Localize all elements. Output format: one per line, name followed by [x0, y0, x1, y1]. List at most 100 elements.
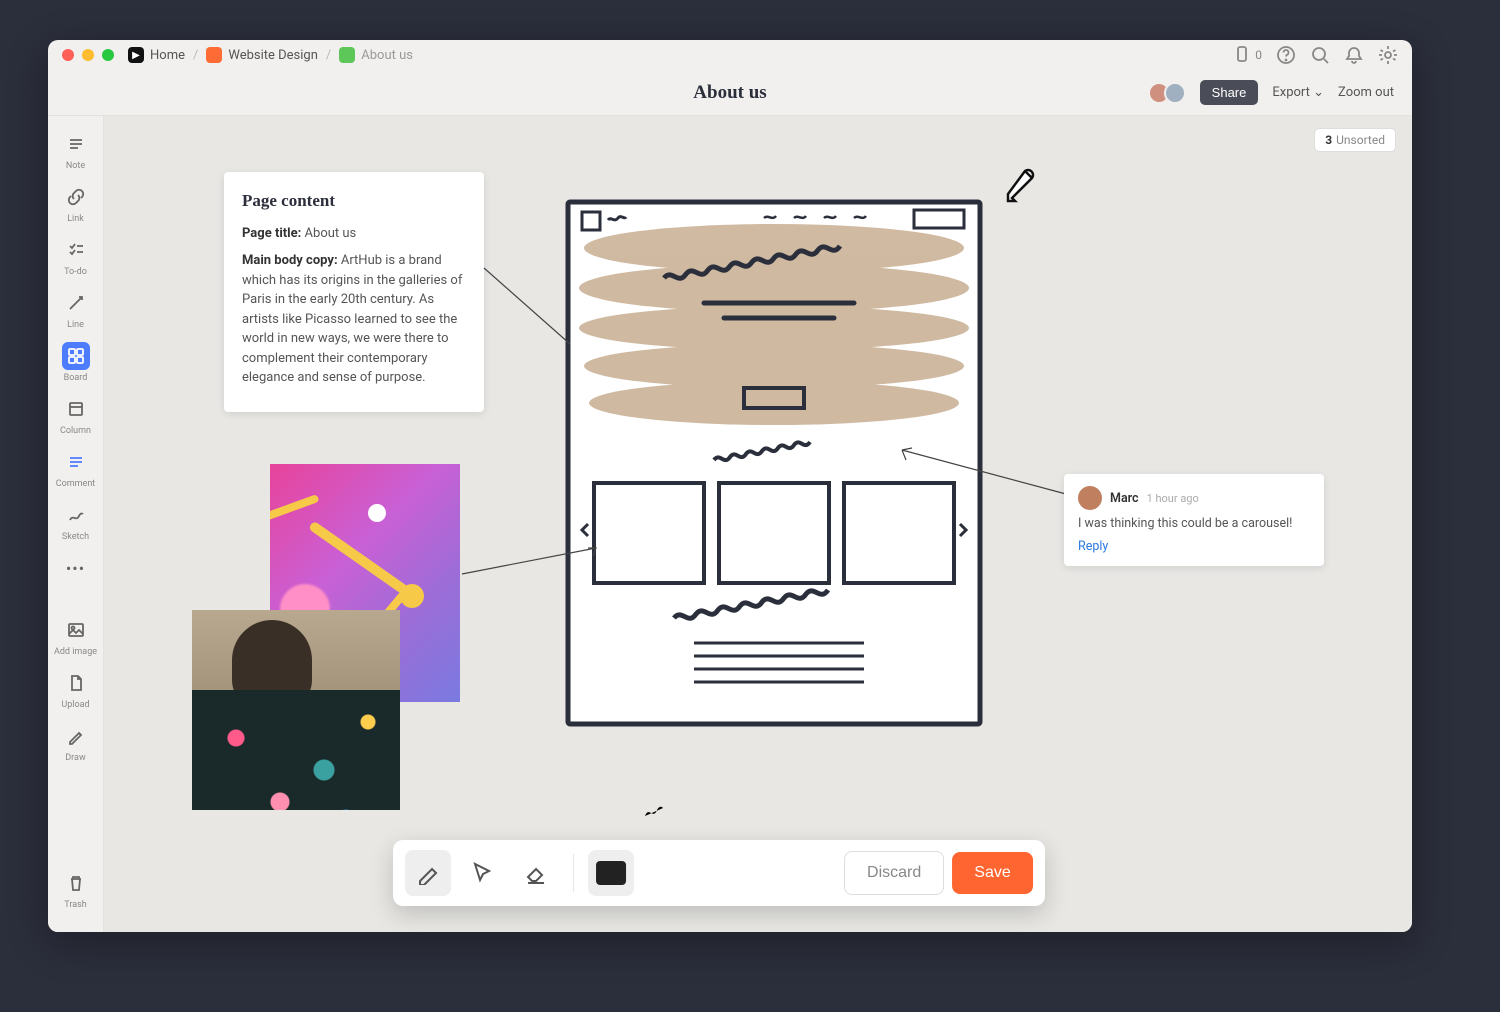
tool-label: Upload — [61, 700, 89, 710]
canvas[interactable]: 3 Unsorted Page content Page title: About… — [104, 116, 1412, 932]
connector-line — [482, 266, 572, 346]
tool-upload[interactable]: Upload — [52, 665, 100, 714]
breadcrumb-level1[interactable]: Website Design — [206, 47, 318, 63]
tool-label: Link — [67, 214, 84, 224]
folder-icon — [206, 47, 222, 63]
page-icon — [339, 47, 355, 63]
tool-line[interactable]: Line — [52, 285, 100, 334]
breadcrumb-separator: / — [326, 48, 331, 63]
connector-arrow — [898, 446, 1068, 496]
main-body-value: ArtHub is a brand which has its origins … — [242, 253, 462, 385]
stroke-icon — [642, 798, 688, 932]
save-button[interactable]: Save — [952, 852, 1032, 894]
reference-image-person[interactable] — [192, 610, 400, 810]
eraser-tool[interactable] — [513, 850, 559, 896]
tool-todo[interactable]: To-do — [52, 232, 100, 281]
page-title: About us — [693, 82, 766, 104]
tool-draw[interactable]: Draw — [52, 718, 100, 767]
tool-label: Sketch — [62, 532, 89, 542]
zoom-out-button[interactable]: Zoom out — [1338, 85, 1394, 100]
close-window-icon[interactable] — [62, 49, 74, 61]
bell-icon[interactable] — [1344, 45, 1364, 65]
board-icon — [62, 342, 90, 370]
search-icon[interactable] — [1310, 45, 1330, 65]
tool-more[interactable]: ••• — [52, 550, 100, 586]
pencil-icon — [416, 861, 440, 885]
device-count-value: 0 — [1255, 48, 1262, 62]
breadcrumb-home-label: Home — [150, 48, 185, 63]
comment-body: I was thinking this could be a carousel! — [1078, 516, 1310, 531]
tool-label: Add image — [54, 647, 97, 657]
tool-label: Draw — [65, 753, 85, 763]
eraser-icon — [524, 861, 548, 885]
comment-card[interactable]: Marc 1 hour ago I was thinking this coul… — [1064, 474, 1324, 566]
color-swatch — [596, 861, 626, 885]
minimize-window-icon[interactable] — [82, 49, 94, 61]
breadcrumb-home[interactable]: ▶ Home — [128, 47, 185, 63]
link-icon — [62, 183, 90, 211]
avatar — [1078, 486, 1102, 510]
note-icon — [62, 130, 90, 158]
tool-label: Column — [60, 426, 91, 436]
comment-icon — [62, 448, 90, 476]
tool-sketch[interactable]: Sketch — [52, 497, 100, 546]
tool-comment[interactable]: Comment — [52, 444, 100, 493]
draw-icon — [62, 722, 90, 750]
content-card-heading: Page content — [242, 188, 466, 214]
breadcrumb: ▶ Home / Website Design / About us — [128, 47, 413, 63]
unsorted-label: Unsorted — [1336, 133, 1385, 147]
unsorted-count: 3 — [1325, 133, 1332, 147]
main-body-label: Main body copy: — [242, 253, 338, 268]
page-content-card[interactable]: Page content Page title: About us Main b… — [224, 172, 484, 412]
comment-reply-button[interactable]: Reply — [1078, 539, 1310, 554]
device-count[interactable]: 0 — [1232, 45, 1262, 65]
breadcrumb-separator: / — [193, 48, 198, 63]
image-icon — [62, 616, 90, 644]
home-icon: ▶ — [128, 47, 144, 63]
tool-label: Board — [64, 373, 88, 383]
breadcrumb-level2-label: About us — [361, 48, 413, 63]
comment-timestamp: 1 hour ago — [1147, 492, 1199, 505]
tool-column[interactable]: Column — [52, 391, 100, 440]
pencil-tool[interactable] — [405, 850, 451, 896]
todo-icon — [62, 236, 90, 264]
pointer-icon — [470, 861, 494, 885]
more-icon: ••• — [62, 554, 90, 582]
help-icon[interactable] — [1276, 45, 1296, 65]
breadcrumb-level2[interactable]: About us — [339, 47, 413, 63]
chevron-down-icon: ⌄ — [1313, 85, 1324, 100]
tool-label: To-do — [64, 267, 87, 277]
pointer-tool[interactable] — [459, 850, 505, 896]
page-header: About us Share Export ⌄ Zoom out — [48, 70, 1412, 116]
line-icon — [62, 289, 90, 317]
tool-sidebar: Note Link To-do Line Board Column Commen… — [48, 116, 104, 932]
connector-arrow — [460, 546, 600, 576]
tool-note[interactable]: Note — [52, 126, 100, 175]
tool-label: Trash — [64, 900, 86, 910]
discard-button[interactable]: Discard — [844, 851, 944, 895]
tool-add-image[interactable]: Add image — [52, 612, 100, 661]
device-icon — [1232, 45, 1252, 65]
window-controls — [62, 49, 114, 61]
share-button[interactable]: Share — [1200, 80, 1259, 105]
unsorted-pill[interactable]: 3 Unsorted — [1314, 128, 1396, 152]
titlebar: ▶ Home / Website Design / About us 0 — [48, 40, 1412, 70]
presence-avatars[interactable] — [1154, 82, 1186, 104]
app-window: ▶ Home / Website Design / About us 0 — [48, 40, 1412, 932]
tool-board[interactable]: Board — [52, 338, 100, 387]
avatar — [1164, 82, 1186, 104]
pencil-cursor-icon — [1004, 166, 1044, 206]
column-icon — [62, 395, 90, 423]
breadcrumb-level1-label: Website Design — [228, 48, 318, 63]
comment-author: Marc — [1110, 491, 1139, 506]
stroke-style[interactable] — [642, 850, 688, 896]
sketch-icon — [62, 501, 90, 529]
tool-link[interactable]: Link — [52, 179, 100, 228]
tool-trash[interactable]: Trash — [52, 865, 100, 914]
tool-label: Line — [67, 320, 84, 330]
color-picker[interactable] — [588, 850, 634, 896]
export-dropdown[interactable]: Export ⌄ — [1272, 85, 1324, 100]
gear-icon[interactable] — [1378, 45, 1398, 65]
maximize-window-icon[interactable] — [102, 49, 114, 61]
export-label: Export — [1272, 85, 1310, 100]
